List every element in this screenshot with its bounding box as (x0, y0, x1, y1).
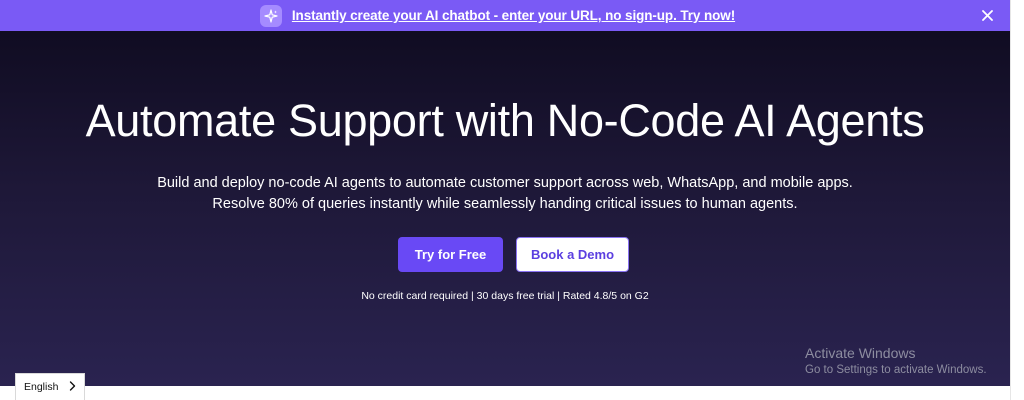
activate-windows-title: Activate Windows (805, 345, 916, 361)
hero-subtitle-line2: Resolve 80% of queries instantly while s… (212, 196, 798, 212)
vertical-scrollbar[interactable] (1010, 0, 1024, 400)
book-a-demo-button[interactable]: Book a Demo (516, 237, 629, 272)
language-selector[interactable]: English (15, 373, 85, 400)
announcement-banner: Instantly create your AI chatbot - enter… (0, 0, 1010, 31)
banner-content: Instantly create your AI chatbot - enter… (259, 4, 735, 27)
chevron-right-icon (69, 380, 76, 394)
activate-windows-subtitle: Go to Settings to activate Windows. (805, 364, 987, 376)
banner-link[interactable]: Instantly create your AI chatbot - enter… (292, 8, 735, 23)
hero-subtitle-line1: Build and deploy no-code AI agents to au… (157, 175, 853, 191)
close-icon[interactable] (979, 7, 996, 24)
sparkle-icon (259, 4, 282, 27)
trust-line: No credit card required | 30 days free t… (361, 290, 649, 302)
page-bottom-strip (0, 386, 1010, 400)
hero-title: Automate Support with No-Code AI Agents (85, 95, 925, 146)
try-for-free-button[interactable]: Try for Free (398, 237, 503, 272)
language-selector-label: English (24, 381, 59, 393)
hero-section: Automate Support with No-Code AI Agents … (0, 31, 1010, 386)
